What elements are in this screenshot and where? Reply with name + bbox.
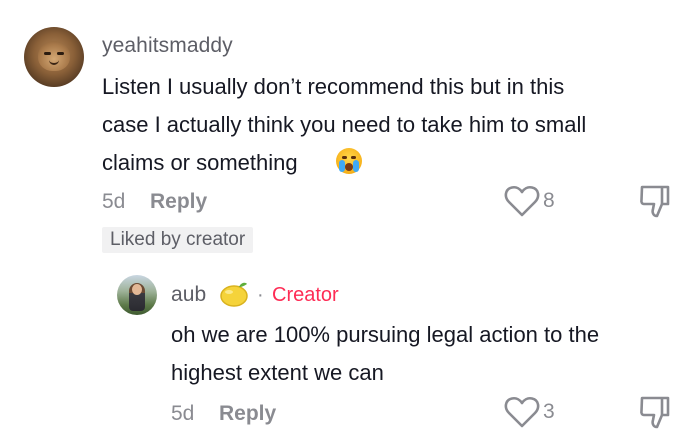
dislike-icon[interactable]: [638, 184, 672, 220]
heart-icon[interactable]: [504, 184, 540, 218]
comment-like-count: 8: [543, 189, 555, 212]
creator-badge: Creator: [272, 284, 339, 306]
separator-dot: ·: [257, 284, 264, 306]
comment-age: 5d: [102, 190, 126, 213]
loudly-crying-face-icon: [336, 148, 362, 174]
reply-reply-button[interactable]: Reply: [219, 402, 276, 426]
commenter-avatar[interactable]: [24, 27, 84, 87]
dislike-icon[interactable]: [638, 395, 672, 431]
lemon-icon: [220, 282, 248, 307]
reply-age: 5d: [171, 402, 195, 425]
comment-reply-button[interactable]: Reply: [150, 190, 207, 214]
reply-avatar[interactable]: [117, 275, 157, 315]
comment-line-1: Listen I usually don’t recommend this bu…: [102, 74, 565, 99]
reply-like-count: 3: [543, 400, 555, 423]
reply-line-1: oh we are 100% pursuing legal action to …: [171, 322, 600, 347]
comment-line-2: case I actually think you need to take h…: [102, 112, 587, 137]
heart-icon[interactable]: [504, 395, 540, 429]
comment-username[interactable]: yeahitsmaddy: [102, 34, 233, 58]
reply-username[interactable]: aub: [171, 283, 206, 307]
liked-by-creator-badge: Liked by creator: [102, 227, 254, 253]
reply-line-2: highest extent we can: [171, 360, 384, 385]
comment-line-3: claims or something: [102, 150, 298, 175]
